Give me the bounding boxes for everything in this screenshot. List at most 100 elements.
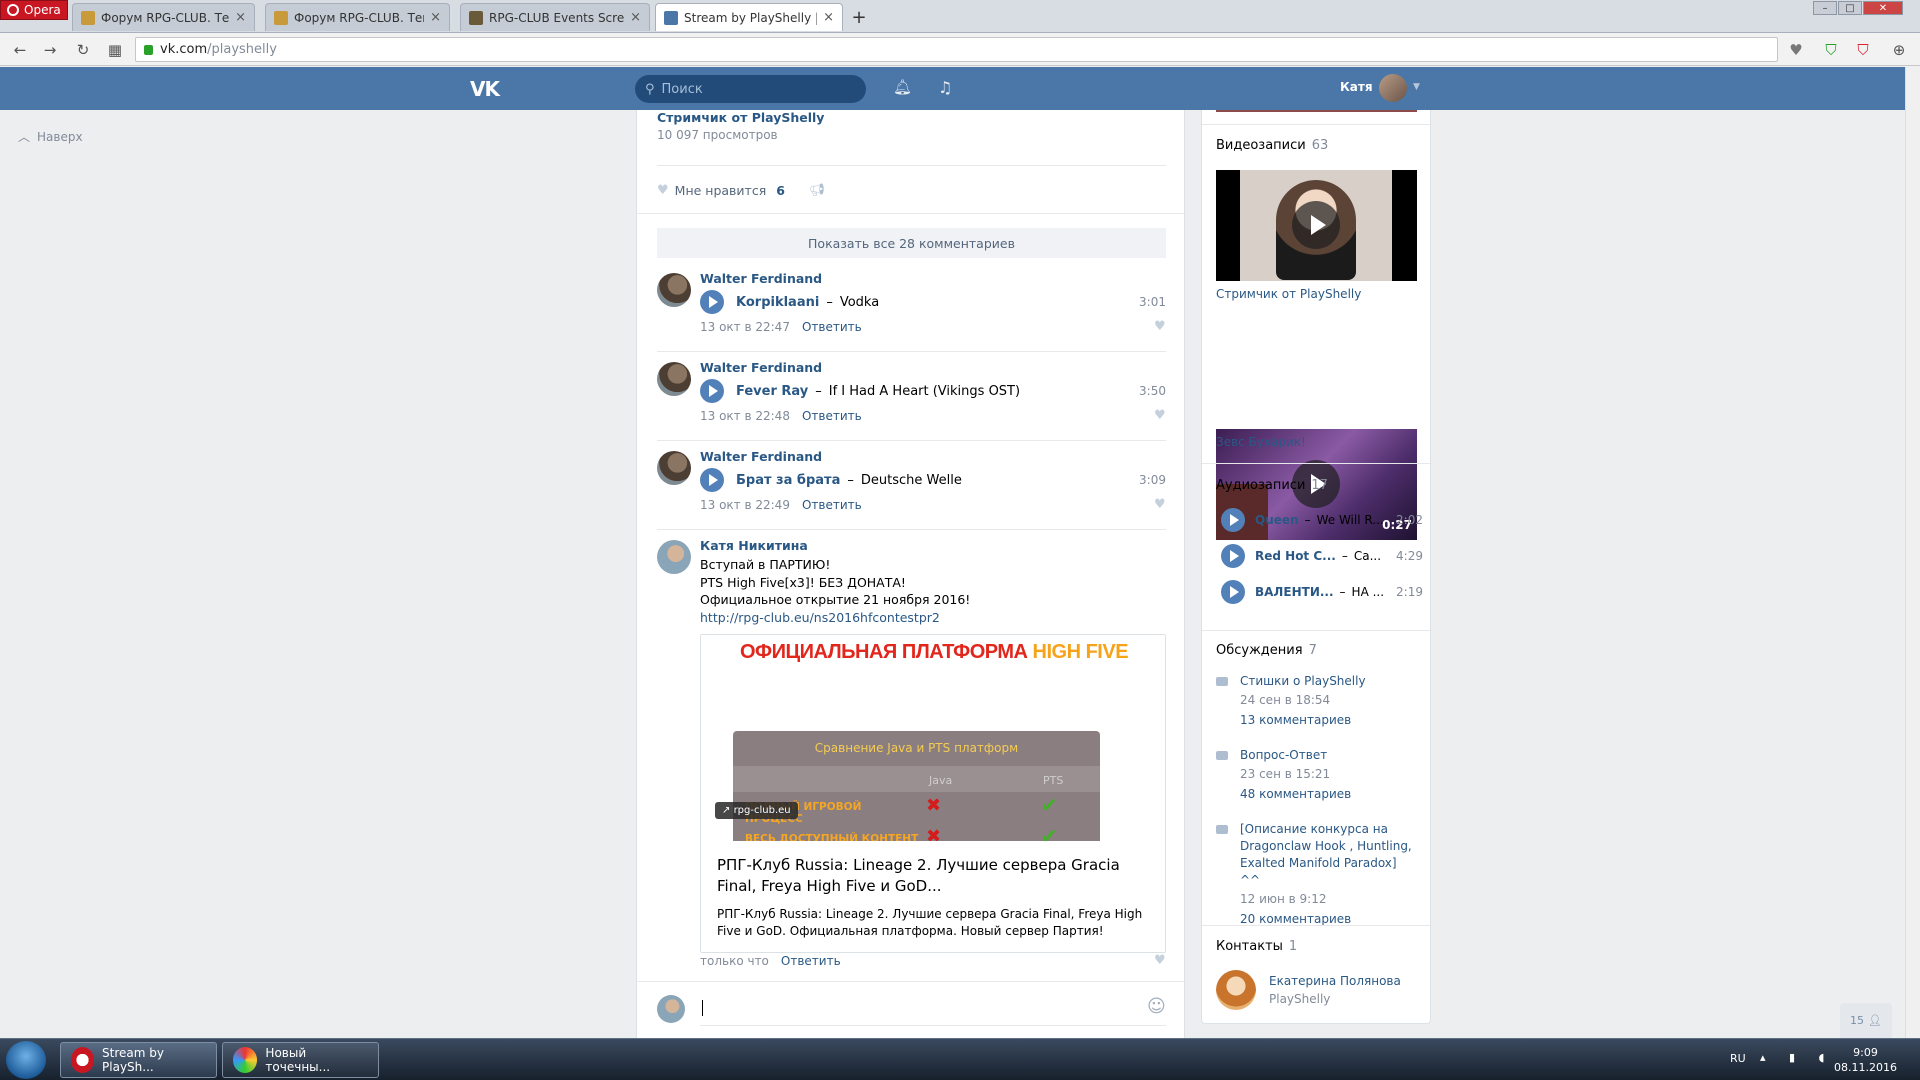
audio-item[interactable]: ВАЛЕНТИ... – НА ... 2:19 bbox=[1221, 579, 1423, 605]
close-window-icon[interactable]: ✕ bbox=[1863, 1, 1903, 15]
comment-author[interactable]: Walter Ferdinand bbox=[700, 271, 822, 286]
reload-icon[interactable]: ↻ bbox=[72, 39, 94, 61]
play-icon[interactable] bbox=[700, 468, 724, 492]
windows-start-button[interactable] bbox=[6, 1041, 46, 1079]
emoji-smile-icon[interactable]: ☺ bbox=[1147, 996, 1166, 1017]
close-icon[interactable]: × bbox=[630, 10, 641, 25]
shield-extension-icon[interactable]: ⛉ bbox=[1820, 39, 1842, 61]
discussion-item[interactable]: Вопрос-Ответ 23 сен в 15:21 48 комментар… bbox=[1216, 747, 1416, 804]
opera-menu-button[interactable]: Opera bbox=[0, 0, 68, 20]
heart-icon[interactable]: ♥ bbox=[1154, 319, 1166, 334]
like-button[interactable]: ♥ Мне нравится 6 📢︎ bbox=[657, 182, 825, 198]
chevron-down-icon[interactable]: ▼ bbox=[1413, 82, 1420, 92]
discussion-bubble-icon bbox=[1216, 825, 1228, 834]
browser-tab[interactable]: Форум RPG-CLUB. Тема:× bbox=[265, 3, 450, 31]
close-icon[interactable]: × bbox=[235, 10, 246, 25]
comment-link[interactable]: http://rpg-club.eu/ns2016hfcontestpr2 bbox=[700, 609, 970, 627]
comment: Walter Ferdinand Брат за брата – Deutsche … bbox=[657, 449, 1166, 531]
heart-icon[interactable]: ♥ bbox=[1154, 408, 1166, 423]
play-icon[interactable] bbox=[700, 290, 724, 314]
system-clock[interactable]: 9:09 08.11.2016 bbox=[1834, 1045, 1897, 1075]
forward-arrow-icon[interactable]: → bbox=[39, 39, 61, 61]
avatar[interactable] bbox=[1379, 74, 1407, 102]
notifications-bell-icon[interactable]: 🔔︎ bbox=[893, 78, 912, 98]
discussion-item[interactable]: Стишки о PlayShelly 24 сен в 18:54 13 ко… bbox=[1216, 673, 1416, 730]
reply-link[interactable]: Ответить bbox=[802, 498, 862, 512]
avatar[interactable] bbox=[1216, 970, 1256, 1010]
comment-date[interactable]: 13 окт в 22:49 bbox=[700, 498, 790, 512]
avatar[interactable] bbox=[657, 362, 691, 396]
comment-date[interactable]: только что bbox=[700, 954, 769, 968]
taskbar-item-opera[interactable]: Stream by PlaySh... bbox=[60, 1042, 217, 1078]
video-thumbnail[interactable] bbox=[1216, 170, 1417, 281]
heart-icon[interactable]: ♥ bbox=[1154, 497, 1166, 512]
vk-logo[interactable]: VK bbox=[470, 77, 500, 101]
taskbar-item-paint[interactable]: Новый точечны... bbox=[222, 1042, 379, 1078]
comment-date[interactable]: 13 окт в 22:48 bbox=[700, 409, 790, 423]
minimize-window-icon[interactable]: – bbox=[1813, 1, 1837, 15]
discussion-item[interactable]: [Описание конкурса на Dragonclaw Hook , … bbox=[1216, 821, 1416, 929]
reply-link[interactable]: Ответить bbox=[802, 409, 862, 423]
maximize-window-icon[interactable]: □ bbox=[1838, 1, 1862, 15]
language-indicator[interactable]: RU bbox=[1730, 1052, 1746, 1065]
scroll-to-top-link[interactable]: ︿ Наверх bbox=[18, 128, 83, 145]
video-title[interactable]: Стримчик от PlayShelly bbox=[1216, 287, 1361, 301]
show-all-comments-button[interactable]: Показать все 28 комментариев bbox=[657, 228, 1166, 258]
comment-author[interactable]: Walter Ferdinand bbox=[700, 360, 822, 375]
videos-header[interactable]: Видеозаписи 63 bbox=[1216, 138, 1328, 153]
user-name[interactable]: Катя bbox=[1340, 80, 1373, 94]
audio-attachment[interactable]: Брат за брата – Deutsche Welle 3:09 bbox=[700, 468, 1166, 492]
link-preview-title[interactable]: РПГ-Клуб Russia: Lineage 2. Лучшие серве… bbox=[701, 841, 1165, 897]
url-field[interactable]: vk.com/playshelly bbox=[135, 37, 1778, 62]
forum-favicon-icon bbox=[274, 10, 288, 25]
download-icon[interactable]: ⊕ bbox=[1888, 39, 1910, 61]
avatar[interactable] bbox=[657, 451, 691, 485]
contacts-header[interactable]: Контакты 1 bbox=[1216, 939, 1297, 954]
scrollbar[interactable] bbox=[1905, 67, 1920, 1038]
browser-tab[interactable]: RPG-CLUB Events Screensh× bbox=[460, 3, 650, 31]
close-icon[interactable]: × bbox=[823, 10, 834, 25]
play-icon[interactable] bbox=[1221, 580, 1245, 604]
audio-item[interactable]: Red Hot C... – Ca... 4:29 bbox=[1221, 543, 1423, 569]
play-icon[interactable] bbox=[700, 379, 724, 403]
online-friends-button[interactable]: 15 👤︎ bbox=[1840, 1003, 1892, 1038]
avatar[interactable] bbox=[657, 273, 691, 307]
video-title-link[interactable]: Стримчик от PlayShelly bbox=[657, 110, 824, 125]
audio-item[interactable]: Queen – We Will R... 2:02 bbox=[1221, 507, 1423, 533]
comment-author[interactable]: Катя Никитина bbox=[700, 538, 808, 553]
music-note-icon[interactable]: ♫ bbox=[938, 78, 956, 98]
close-icon[interactable]: × bbox=[430, 10, 441, 25]
search-input[interactable]: ⚲ Поиск bbox=[635, 75, 866, 103]
share-megaphone-icon[interactable]: 📢︎ bbox=[809, 182, 825, 198]
browser-tab[interactable]: Форум RPG-CLUB. Тема:× bbox=[72, 3, 255, 31]
avatar[interactable] bbox=[657, 540, 691, 574]
play-icon[interactable] bbox=[1292, 201, 1340, 249]
discussions-header[interactable]: Обсуждения 7 bbox=[1216, 643, 1317, 658]
link-preview-image[interactable]: ОФИЦИАЛЬНАЯ ПЛАТФОРМА HIGH FIVE Сравнени… bbox=[701, 635, 1165, 841]
comment-date[interactable]: 13 окт в 22:47 bbox=[700, 320, 790, 334]
reply-link[interactable]: Ответить bbox=[781, 954, 841, 968]
browser-tab-active[interactable]: Stream by PlayShelly | Line× bbox=[655, 3, 843, 31]
system-tray-icons[interactable]: ▴ ▮ ◖ bbox=[1760, 1051, 1834, 1064]
audio-attachment[interactable]: Fever Ray – If I Had A Heart (Vikings OST)… bbox=[700, 379, 1166, 403]
comment-author[interactable]: Walter Ferdinand bbox=[700, 449, 822, 464]
speed-dial-grid-icon[interactable]: ▦ bbox=[104, 39, 126, 61]
audio-attachment[interactable]: Korpiklaani – Vodka 3:01 bbox=[700, 290, 1166, 314]
bookmark-heart-icon[interactable]: ♥ bbox=[1785, 39, 1807, 61]
heart-icon[interactable]: ♥ bbox=[1154, 953, 1166, 968]
audio-header[interactable]: Аудиозаписи 17 bbox=[1216, 478, 1328, 493]
comment-input[interactable] bbox=[700, 992, 1166, 1026]
vk-header: VK ⚲ Поиск 🔔︎ ♫ Катя ▼ bbox=[0, 67, 1905, 110]
cross-mark-icon: ✖ bbox=[926, 826, 942, 841]
play-icon[interactable] bbox=[1221, 508, 1245, 532]
back-arrow-icon[interactable]: ← bbox=[9, 39, 31, 61]
adblock-extension-icon[interactable]: ⛉ bbox=[1852, 39, 1874, 61]
video-title[interactable]: Зевс Бухарик! bbox=[1216, 435, 1306, 449]
play-icon[interactable] bbox=[1221, 544, 1245, 568]
url-host: vk.com bbox=[160, 42, 208, 57]
divider bbox=[1202, 463, 1432, 464]
new-tab-button[interactable]: + bbox=[848, 6, 870, 28]
contact-name[interactable]: Екатерина Полянова bbox=[1269, 974, 1401, 988]
link-preview-card[interactable]: ОФИЦИАЛЬНАЯ ПЛАТФОРМА HIGH FIVE Сравнени… bbox=[700, 634, 1166, 953]
reply-link[interactable]: Ответить bbox=[802, 320, 862, 334]
